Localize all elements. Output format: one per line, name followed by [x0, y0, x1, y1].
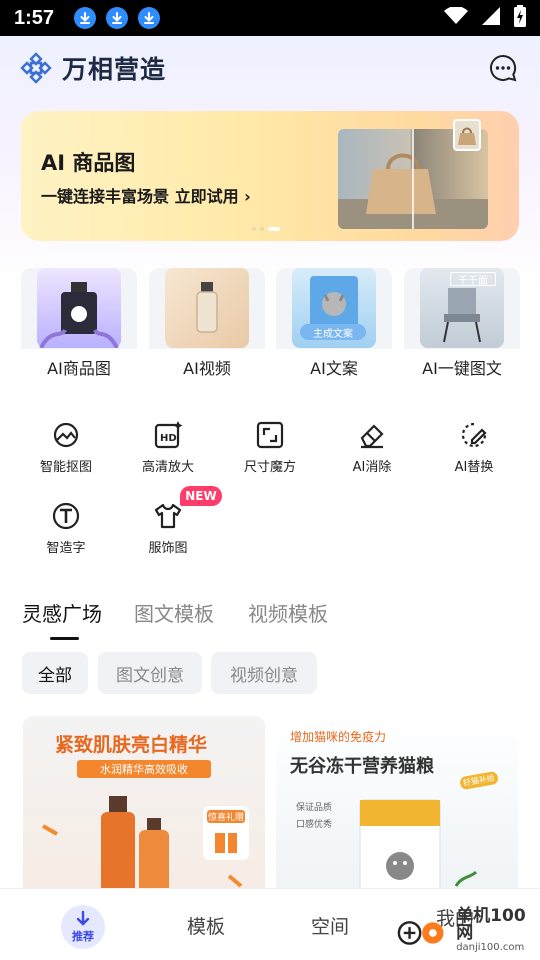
- banner-cta[interactable]: 一键连接丰富场景 立即试用 ›: [41, 183, 251, 207]
- feature-card-label: AI一键图文: [404, 349, 520, 385]
- nav-recommend-label: 推荐: [72, 930, 94, 943]
- feature-card-ai-one-click[interactable]: 千千面 AI一键图文: [404, 268, 520, 385]
- smart-cutout-icon: [53, 422, 79, 448]
- resize-icon: [256, 421, 284, 449]
- svg-text:HD: HD: [160, 433, 177, 444]
- feature-card-ai-product-image[interactable]: AI商品图: [21, 268, 137, 385]
- chip-video-creative[interactable]: 视频创意: [211, 652, 317, 694]
- tool-ai-replace[interactable]: AI替换: [434, 420, 514, 486]
- tool-label: 智造字: [46, 541, 86, 556]
- overlay-tag: 千千面: [450, 272, 496, 287]
- watermark-url: danji100.com: [456, 942, 525, 953]
- feature-card-label: AI视频: [149, 349, 265, 385]
- nav-templates[interactable]: 模板: [187, 889, 225, 960]
- battery-icon: [514, 5, 526, 31]
- nav-space[interactable]: 空间: [311, 889, 349, 960]
- tab-underline: [50, 637, 79, 640]
- template-tile-skincare[interactable]: 紧致肌肤亮白精华 水润精华高效吸收 惊喜礼赠: [23, 716, 265, 896]
- feature-card-label: AI文案: [276, 349, 392, 385]
- status-bar: 1:57: [0, 0, 540, 36]
- replace-icon: [461, 422, 487, 448]
- tool-label: 尺寸魔方: [243, 460, 296, 475]
- wifi-icon: [444, 6, 468, 29]
- cat-food-bag-image: [359, 799, 478, 896]
- tile-title: 紧致肌肤亮白精华: [55, 734, 208, 756]
- tool-smart-cutout[interactable]: 智能抠图: [26, 420, 106, 486]
- feature-card-label: AI商品图: [21, 349, 137, 385]
- perfume-image: [37, 268, 121, 349]
- tab-inspiration[interactable]: 灵感广场: [22, 598, 102, 627]
- download-icon: [106, 7, 129, 29]
- chat-bubble-icon: [490, 54, 517, 82]
- tab-image-templates[interactable]: 图文模板: [134, 598, 214, 627]
- chip-all[interactable]: 全部: [22, 652, 88, 694]
- tool-label: 高清放大: [141, 460, 194, 475]
- app-title: 万相营造: [62, 55, 167, 84]
- banner-title: AI 商品图: [41, 151, 136, 175]
- gift-icon: [215, 833, 237, 853]
- tool-label: AI替换: [454, 460, 494, 475]
- status-time: 1:57: [14, 6, 55, 29]
- bottle-image: [165, 268, 249, 348]
- tool-label: AI消除: [352, 460, 392, 475]
- tool-apparel[interactable]: 服饰图: [128, 501, 208, 567]
- watermark-name: 单机100网: [456, 906, 526, 943]
- tshirt-icon: [154, 503, 182, 529]
- page-dot: [260, 227, 264, 231]
- promo-banner[interactable]: AI 商品图 一键连接丰富场景 立即试用 ›: [21, 111, 519, 241]
- watermark-text-block: 单机100网 danji100.com: [456, 906, 540, 954]
- gift-card: 惊喜礼赠: [203, 806, 249, 860]
- hd-upscale-icon: HD: [154, 421, 183, 449]
- eraser-icon: [360, 424, 384, 449]
- template-tile-catfood[interactable]: 增加猫咪的免疫力 无谷冻干营养猫粮 好猫补给 保证品质 口感优秀: [276, 716, 518, 896]
- watermark: 单机100网 danji100.com: [396, 908, 540, 953]
- arrow-down-icon: [76, 910, 90, 926]
- banner-thumbnail-image: [453, 119, 481, 151]
- tile-title: 无谷冻干营养猫粮: [290, 756, 434, 777]
- gift-label: 惊喜礼赠: [207, 810, 245, 823]
- tile-pill: 水润精华高效吸收: [77, 760, 211, 778]
- page-dot: [252, 227, 256, 231]
- download-icon: [74, 7, 97, 29]
- banner-page-indicator: [252, 227, 280, 231]
- text-t-icon: [52, 502, 80, 530]
- overlay-tag: 主成文案: [300, 324, 366, 340]
- tool-hd-upscale[interactable]: HD 高清放大: [128, 420, 208, 486]
- app-header: 万相营造: [20, 46, 520, 90]
- tool-label: 服饰图: [148, 541, 188, 556]
- feature-card-ai-video[interactable]: AI视频: [149, 268, 265, 385]
- signal-icon: [482, 7, 500, 29]
- chip-image-creative[interactable]: 图文创意: [98, 652, 202, 694]
- tool-label: 智能抠图: [39, 460, 92, 475]
- nav-recommend[interactable]: 推荐: [61, 905, 105, 949]
- tab-video-templates[interactable]: 视频模板: [248, 598, 328, 627]
- tool-smart-text[interactable]: 智造字: [26, 501, 106, 567]
- watermark-logo-icon: [397, 920, 444, 945]
- tool-ai-erase[interactable]: AI消除: [332, 420, 412, 486]
- tool-resize[interactable]: 尺寸魔方: [230, 420, 310, 486]
- tile-subtitle: 增加猫咪的免疫力: [290, 730, 387, 744]
- download-icon: [138, 7, 161, 29]
- new-badge: NEW: [180, 486, 222, 506]
- feature-card-ai-copywriting[interactable]: 主成文案 AI文案: [276, 268, 392, 385]
- page-dot-active: [268, 227, 280, 231]
- message-button[interactable]: [486, 51, 520, 85]
- app-logo-icon: [20, 52, 52, 84]
